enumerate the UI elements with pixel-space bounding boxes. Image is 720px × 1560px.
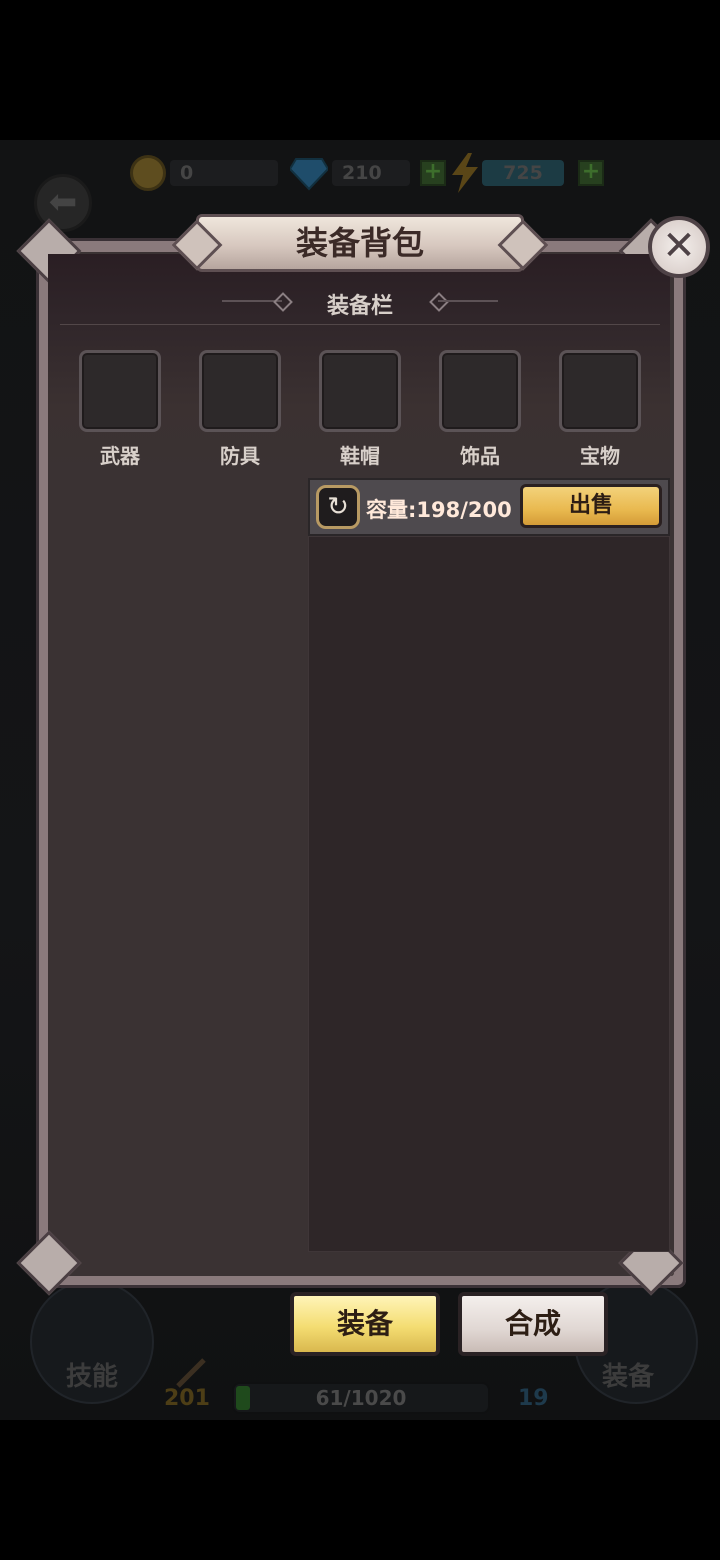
- slot-weapon[interactable]: [79, 350, 161, 432]
- sell-button[interactable]: 出售: [520, 484, 662, 528]
- attack-value: 201: [164, 1386, 210, 1411]
- coin-counter: 0: [130, 152, 278, 194]
- gem-value: 210: [342, 162, 382, 184]
- slot-armor[interactable]: [199, 350, 281, 432]
- capacity-value: 198/200: [416, 498, 512, 522]
- gem-icon: [290, 158, 328, 191]
- add-energy-button[interactable]: +: [578, 160, 604, 186]
- section-divider-right: [438, 300, 498, 302]
- lightning-icon: [452, 153, 478, 193]
- close-icon[interactable]: ✕: [648, 216, 710, 278]
- slot-label-weapon: 武器: [100, 444, 140, 468]
- slot-accessory[interactable]: [439, 350, 521, 432]
- slot-shoes-hat[interactable]: [319, 350, 401, 432]
- gem-counter: 210 +: [290, 152, 446, 194]
- capacity-label: 容量:: [366, 498, 417, 522]
- slot-section-title: 装备栏: [326, 294, 393, 319]
- capacity-text: 容量:198/200: [366, 494, 512, 524]
- slot-divider: [60, 324, 660, 325]
- slot-treasure[interactable]: [559, 350, 641, 432]
- exp-text: 61/1020: [315, 1386, 407, 1410]
- coin-value: 0: [180, 162, 194, 184]
- refresh-icon[interactable]: ↻: [316, 485, 360, 529]
- tab-equip[interactable]: 装备: [290, 1292, 440, 1356]
- energy-value: 725: [503, 162, 543, 184]
- slot-label-accessory: 饰品: [460, 444, 500, 468]
- slot-label-shoes-hat: 鞋帽: [340, 444, 380, 468]
- slot-label-armor: 防具: [220, 444, 260, 468]
- energy-counter: 725 +: [450, 152, 604, 194]
- defense-value: 19: [518, 1386, 549, 1411]
- add-gems-button[interactable]: +: [420, 160, 446, 186]
- dialog-title: 装备背包: [196, 214, 524, 272]
- skill-label: 技能: [66, 1362, 119, 1392]
- equip-nav-label: 装备: [602, 1362, 655, 1392]
- frame-corner-bottom-left: [26, 1240, 86, 1300]
- coin-icon: [130, 155, 166, 191]
- inventory-grid[interactable]: [308, 536, 670, 1252]
- slot-label-treasure: 宝物: [580, 444, 620, 468]
- exp-bar: 61/1020: [232, 1382, 490, 1414]
- tab-synthesize[interactable]: 合成: [458, 1292, 608, 1356]
